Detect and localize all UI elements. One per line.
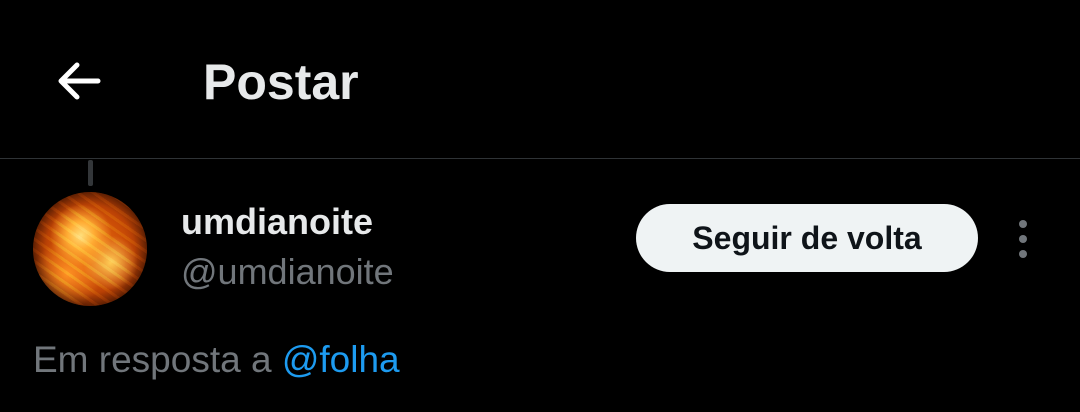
more-vertical-icon [1019, 220, 1027, 258]
more-options-button[interactable] [1003, 215, 1043, 263]
post-detail-screen: Postar umdianoite @umdianoite Seguir de … [0, 0, 1080, 412]
arrow-left-icon [58, 62, 101, 100]
author-display-name[interactable]: umdianoite [181, 200, 373, 244]
header-divider [0, 158, 1080, 159]
reply-context: Em resposta a @folha [33, 336, 400, 384]
author-handle[interactable]: @umdianoite [181, 250, 394, 294]
thread-connector-line [88, 160, 93, 186]
page-title: Postar [203, 54, 359, 110]
reply-prefix: Em resposta a [33, 339, 272, 380]
follow-back-button[interactable]: Seguir de volta [636, 204, 978, 272]
back-button[interactable] [44, 46, 114, 116]
reply-to-link[interactable]: @folha [282, 339, 400, 380]
avatar[interactable] [33, 192, 147, 306]
top-app-bar: Postar [0, 0, 1080, 158]
